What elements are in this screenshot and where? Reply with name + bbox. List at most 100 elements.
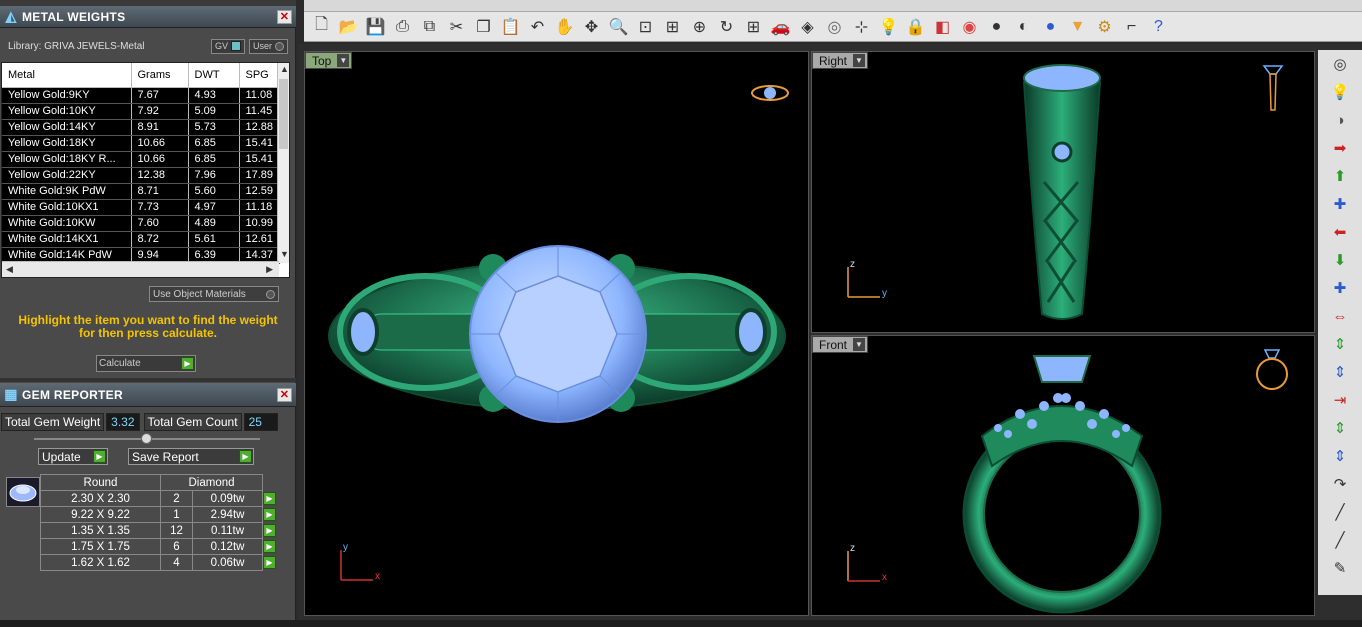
play-icon[interactable]: ▶	[263, 540, 276, 553]
cone-icon[interactable]: ▼	[1064, 14, 1091, 40]
help-icon[interactable]: ?	[1145, 14, 1172, 40]
user-toggle[interactable]: User	[248, 38, 288, 54]
light-icon[interactable]: 💡	[875, 14, 902, 40]
refresh-icon[interactable]: ↻	[713, 14, 740, 40]
play-icon[interactable]: ▶	[263, 524, 276, 537]
scroll-thumb[interactable]	[279, 79, 288, 149]
rotate-view-icon[interactable]: ✥	[578, 14, 605, 40]
update-label: Update	[42, 449, 81, 464]
scale-z-icon[interactable]: ⇕	[1318, 358, 1362, 386]
update-button[interactable]: Update ▶	[38, 448, 108, 465]
cut-icon[interactable]: ✂	[443, 14, 470, 40]
color-wheel-icon[interactable]: ◉	[956, 14, 983, 40]
col-metal[interactable]: Metal	[2, 63, 132, 88]
close-icon[interactable]: ✕	[277, 9, 292, 24]
table-row[interactable]: Yellow Gold:14KY 8.91 5.73 12.88	[2, 119, 281, 136]
dwt-cell: 5.60	[188, 183, 240, 200]
move-left-icon[interactable]: ⬅	[1318, 218, 1362, 246]
line-icon[interactable]: ╱	[1318, 498, 1362, 526]
spg-cell: 12.88	[239, 119, 281, 136]
scroll-up-icon[interactable]: ▲	[280, 64, 289, 74]
table-row[interactable]: White Gold:10KW 7.60 4.89 10.99	[2, 215, 281, 232]
dimension-icon[interactable]: ⌐	[1118, 14, 1145, 40]
metal-name-cell: Yellow Gold:9KY	[2, 87, 132, 104]
camera-icon[interactable]: ◎	[1318, 50, 1362, 78]
zoom-selected-icon[interactable]: ⊕	[686, 14, 713, 40]
gem-count-cell: 12	[159, 522, 194, 539]
viewport-right[interactable]: Right ▼ z y	[811, 51, 1315, 333]
layer-icon[interactable]: ◧	[929, 14, 956, 40]
curve-icon[interactable]: ↷	[1318, 470, 1362, 498]
lock-icon[interactable]: 🔒	[902, 14, 929, 40]
move-axis-icon[interactable]: ✚	[1318, 190, 1362, 218]
viewport-top[interactable]: Top ▼ y x	[304, 51, 809, 616]
gear-icon[interactable]: ⚙	[1091, 14, 1118, 40]
close-icon[interactable]: ✕	[277, 387, 292, 402]
gem-row[interactable]: 1.35 X 1.35 12 0.11tw ▶	[40, 522, 277, 539]
gem-row[interactable]: 1.75 X 1.75 6 0.12tw ▶	[40, 538, 277, 555]
spg-cell: 15.41	[239, 151, 281, 168]
render-mode-icon[interactable]: ◈	[794, 14, 821, 40]
pan-hand-icon[interactable]: ✋	[551, 14, 578, 40]
zoom-window-icon[interactable]: ⊡	[632, 14, 659, 40]
scale-y-icon[interactable]: ⇕	[1318, 330, 1362, 358]
gem-row[interactable]: 2.30 X 2.30 2 0.09tw ▶	[40, 490, 277, 507]
paste-icon[interactable]: 📋	[497, 14, 524, 40]
material-icon[interactable]: ◐	[1010, 14, 1037, 40]
eraser-icon[interactable]: ✎	[1318, 554, 1362, 582]
print-icon[interactable]: ⎙	[389, 14, 416, 40]
gem-row[interactable]: 1.62 X 1.62 4 0.06tw ▶	[40, 554, 277, 571]
col-spg[interactable]: SPG	[239, 63, 281, 88]
zoom-extents-icon[interactable]: ⊞	[659, 14, 686, 40]
table-row[interactable]: Yellow Gold:22KY 12.38 7.96 17.89	[2, 167, 281, 184]
save-report-button[interactable]: Save Report ▶	[128, 448, 254, 465]
play-icon[interactable]: ▶	[263, 556, 276, 569]
shrink-icon[interactable]: ⇥	[1318, 386, 1362, 414]
zoom-icon[interactable]: 🔍	[605, 14, 632, 40]
col-grams[interactable]: Grams	[131, 63, 189, 88]
scroll-right-icon[interactable]: ▶	[266, 264, 273, 275]
col-dwt[interactable]: DWT	[188, 63, 240, 88]
move-axis-down-icon[interactable]: ✚	[1318, 274, 1362, 302]
render-sphere-icon[interactable]: ●	[1037, 14, 1064, 40]
car-render-icon[interactable]: 🚗	[767, 14, 794, 40]
save-icon[interactable]: 💾	[362, 14, 389, 40]
shade-icon[interactable]: ●	[983, 14, 1010, 40]
snap-icon[interactable]: ◎	[821, 14, 848, 40]
table-row[interactable]: White Gold:9K PdW 8.71 5.60 12.59	[2, 183, 281, 200]
line-diagonal-icon[interactable]: ╱	[1318, 526, 1362, 554]
gv-toggle[interactable]: GV	[210, 38, 245, 54]
new-file-icon[interactable]: 🗋	[308, 14, 335, 40]
table-row[interactable]: White Gold:14KX1 8.72 5.61 12.61	[2, 231, 281, 248]
move-right-icon[interactable]: ➡	[1318, 134, 1362, 162]
scale-x-icon[interactable]: ⇔	[1318, 302, 1362, 330]
scroll-left-icon[interactable]: ◀	[6, 264, 13, 275]
gumball-icon[interactable]: ⊹	[848, 14, 875, 40]
move-up-icon[interactable]: ⬆	[1318, 162, 1362, 190]
open-folder-icon[interactable]: 📂	[335, 14, 362, 40]
sphere-icon[interactable]: ◑	[1318, 106, 1362, 134]
table-row[interactable]: Yellow Gold:18KY R... 10.66 6.85 15.41	[2, 151, 281, 168]
table-row[interactable]: Yellow Gold:10KY 7.92 5.09 11.45	[2, 103, 281, 120]
copy-icon[interactable]: ❐	[470, 14, 497, 40]
four-view-icon[interactable]: ⊞	[740, 14, 767, 40]
stretch-y-icon[interactable]: ⇕	[1318, 414, 1362, 442]
table-row[interactable]: Yellow Gold:18KY 10.66 6.85 15.41	[2, 135, 281, 152]
copy-file-icon[interactable]: ⧉	[416, 14, 443, 40]
move-down-icon[interactable]: ⬇	[1318, 246, 1362, 274]
scale-axis-icon[interactable]: ⇕	[1318, 442, 1362, 470]
gem-row[interactable]: 9.22 X 9.22 1 2.94tw ▶	[40, 506, 277, 523]
table-row[interactable]: Yellow Gold:9KY 7.67 4.93 11.08	[2, 87, 281, 104]
report-slider-knob[interactable]	[141, 433, 152, 444]
table-horizontal-scrollbar[interactable]: ◀ ▶	[2, 261, 279, 277]
scroll-down-icon[interactable]: ▼	[280, 249, 289, 259]
play-icon[interactable]: ▶	[263, 508, 276, 521]
undo-icon[interactable]: ↶	[524, 14, 551, 40]
bulb-icon[interactable]: 💡	[1318, 78, 1362, 106]
viewport-front[interactable]: Front ▼ z x	[811, 335, 1315, 616]
play-icon[interactable]: ▶	[263, 492, 276, 505]
use-object-materials-toggle[interactable]: Use Object Materials	[149, 286, 279, 302]
table-row[interactable]: White Gold:10KX1 7.73 4.97 11.18	[2, 199, 281, 216]
table-vertical-scrollbar[interactable]: ▲ ▼	[277, 63, 289, 263]
calculate-button[interactable]: Calculate ▶	[96, 355, 196, 372]
